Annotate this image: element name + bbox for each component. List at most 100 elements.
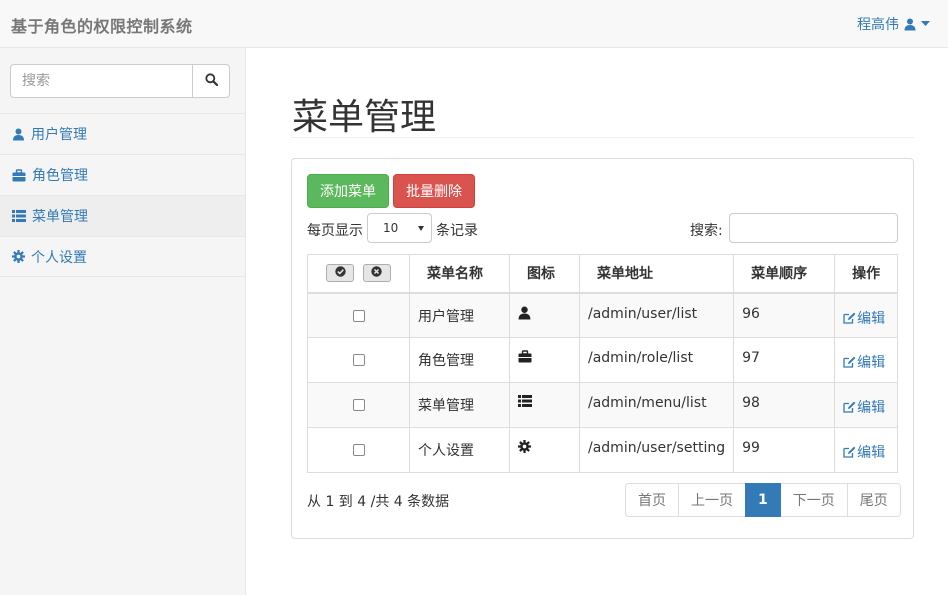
row-select-cell (307, 382, 410, 428)
pagination: 首页 上一页 1 下一页 尾页 (625, 483, 901, 517)
batch-delete-button[interactable]: 批量删除 (393, 174, 475, 208)
column-header-url[interactable]: 菜单地址 (578, 254, 735, 294)
caret-down-icon (921, 21, 930, 27)
page-last-button[interactable]: 尾页 (846, 483, 901, 517)
sidebar-search-input[interactable] (10, 64, 192, 98)
menu-icon-cell (509, 292, 580, 338)
sidebar-item-label: 角色管理 (32, 168, 88, 184)
edit-icon (843, 312, 856, 324)
edit-label: 编辑 (857, 400, 886, 416)
row-checkbox[interactable] (352, 399, 365, 411)
menu-icon-cell (509, 337, 580, 383)
page-length-value: 10 (383, 221, 399, 235)
page-next-button[interactable]: 下一页 (779, 483, 848, 517)
sidebar-search (10, 64, 230, 98)
title-divider (291, 137, 914, 138)
page-prev-button[interactable]: 上一页 (678, 483, 746, 517)
menu-order-cell: 99 (733, 427, 836, 473)
table-row: 角色管理 /admin/role/list 97 编辑 (307, 337, 898, 383)
page-current-button[interactable]: 1 (745, 483, 781, 517)
sidebar-item-users[interactable]: 用户管理 (0, 113, 245, 154)
briefcase-icon (12, 168, 26, 182)
deselect-all-button[interactable] (362, 264, 391, 283)
user-icon (518, 306, 531, 324)
menu-url-cell: /admin/menu/list (578, 382, 735, 428)
sidebar: 用户管理 角色管理 菜单管理 个人设置 (0, 48, 246, 595)
edit-link[interactable]: 编辑 (843, 397, 885, 417)
menu-panel: 添加菜单 批量删除 每页显示 10 条记录 搜索: 菜单名称 图标 菜单地址 菜… (291, 158, 914, 539)
page-title: 菜单管理 (292, 97, 437, 138)
menu-name-cell: 菜单管理 (409, 382, 510, 428)
menu-name-cell: 用户管理 (409, 292, 510, 338)
sidebar-item-roles[interactable]: 角色管理 (0, 154, 245, 195)
user-name: 程高伟 (857, 17, 899, 33)
edit-link[interactable]: 编辑 (843, 308, 885, 328)
table-row: 用户管理 /admin/user/list 96 编辑 (307, 292, 898, 338)
select-controls-header (307, 254, 410, 294)
table-search-input[interactable] (729, 213, 898, 243)
user-icon (12, 128, 25, 141)
row-select-cell (307, 337, 410, 383)
menu-actions-cell: 编辑 (834, 292, 898, 338)
remove-circle-icon (371, 265, 383, 281)
column-header-actions: 操作 (834, 254, 898, 294)
sidebar-item-label: 菜单管理 (32, 209, 88, 225)
row-checkbox[interactable] (352, 444, 365, 456)
column-header-name[interactable]: 菜单名称 (409, 254, 510, 294)
cog-icon (12, 250, 25, 263)
edit-link[interactable]: 编辑 (843, 442, 885, 462)
menu-actions-cell: 编辑 (834, 337, 898, 383)
edit-icon (843, 356, 856, 368)
edit-label: 编辑 (857, 355, 886, 371)
user-menu[interactable]: 程高伟 (857, 14, 930, 34)
menu-name-cell: 个人设置 (409, 427, 510, 473)
page-length-select[interactable]: 10 (367, 213, 432, 243)
menu-order-cell: 96 (733, 292, 836, 338)
table-search-label: 搜索: (690, 223, 723, 239)
add-menu-button[interactable]: 添加菜单 (307, 174, 389, 208)
table-row: 菜单管理 /admin/menu/list 98 编辑 (307, 382, 898, 428)
select-all-button[interactable] (326, 264, 355, 283)
user-icon (904, 18, 916, 31)
row-checkbox[interactable] (352, 354, 365, 366)
page-length-suffix: 条记录 (436, 223, 478, 239)
menu-icon-cell (509, 427, 580, 473)
menu-actions-cell: 编辑 (834, 427, 898, 473)
menu-actions-cell: 编辑 (834, 382, 898, 428)
page-first-button[interactable]: 首页 (625, 483, 679, 517)
edit-label: 编辑 (857, 310, 886, 327)
list-icon (12, 210, 26, 222)
check-circle-icon (334, 265, 346, 281)
row-checkbox[interactable] (352, 309, 365, 322)
menu-table: 菜单名称 图标 菜单地址 菜单顺序 操作 用户管理 /admin/user/li… (307, 254, 898, 473)
menu-order-cell: 98 (733, 382, 836, 428)
menu-url-cell: /admin/role/list (578, 337, 735, 383)
row-select-cell (307, 427, 410, 473)
list-icon (518, 395, 532, 411)
sidebar-search-button[interactable] (192, 64, 230, 98)
column-header-icon[interactable]: 图标 (509, 254, 580, 294)
column-header-order[interactable]: 菜单顺序 (733, 254, 836, 294)
edit-icon (843, 401, 856, 413)
top-navbar: 基于角色的权限控制系统 程高伟 (0, 0, 948, 48)
menu-url-cell: /admin/user/list (578, 292, 735, 338)
chevron-down-icon (418, 226, 424, 231)
menu-name-cell: 角色管理 (409, 337, 510, 383)
cog-icon (518, 440, 531, 457)
sidebar-item-settings[interactable]: 个人设置 (0, 236, 245, 277)
table-info: 从 1 到 4 /共 4 条数据 (307, 494, 450, 510)
edit-label: 编辑 (857, 445, 886, 461)
menu-order-cell: 97 (733, 337, 836, 383)
menu-url-cell: /admin/user/setting (578, 427, 735, 473)
search-icon (204, 72, 218, 90)
table-row: 个人设置 /admin/user/setting 99 编辑 (307, 427, 898, 473)
sidebar-item-label: 用户管理 (31, 127, 87, 143)
sidebar-item-label: 个人设置 (31, 249, 87, 266)
menu-icon-cell (509, 382, 580, 428)
edit-link[interactable]: 编辑 (843, 352, 885, 372)
sidebar-item-menus[interactable]: 菜单管理 (0, 195, 245, 236)
table-header-row: 菜单名称 图标 菜单地址 菜单顺序 操作 (307, 254, 898, 294)
briefcase-icon (518, 350, 532, 367)
app-brand[interactable]: 基于角色的权限控制系统 (11, 13, 193, 37)
edit-icon (843, 446, 856, 458)
